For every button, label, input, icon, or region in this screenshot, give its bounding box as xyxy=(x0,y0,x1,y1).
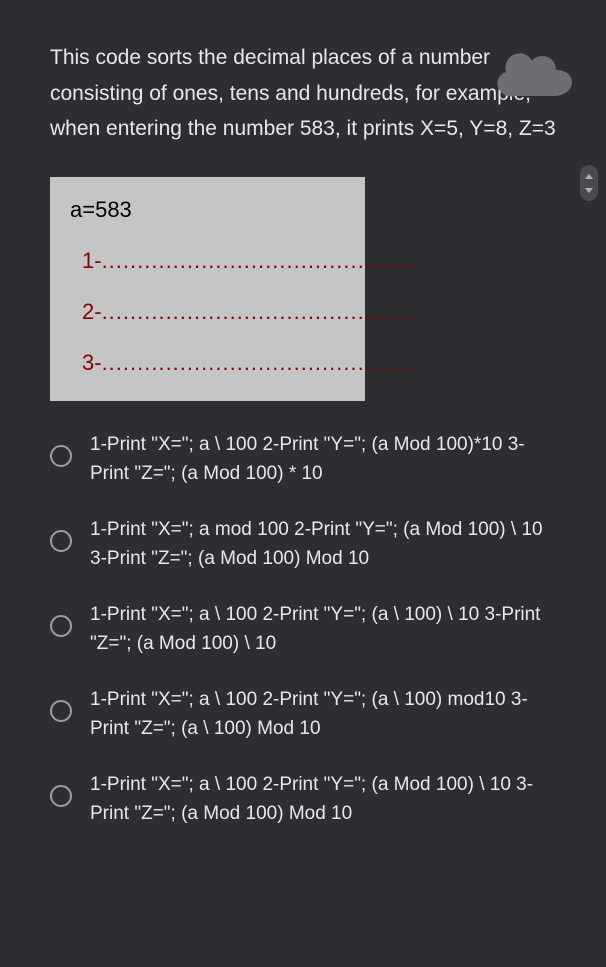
radio-button[interactable] xyxy=(50,615,72,637)
scroll-indicator[interactable] xyxy=(580,165,598,201)
option-text: 1-Print "X="; a \ 100 2-Print "Y="; (a \… xyxy=(90,686,556,743)
option-5[interactable]: 1-Print "X="; a \ 100 2-Print "Y="; (a M… xyxy=(50,771,556,828)
radio-button[interactable] xyxy=(50,445,72,467)
options-list: 1-Print "X="; a \ 100 2-Print "Y="; (a M… xyxy=(50,431,556,828)
code-line-3: 3-......................................… xyxy=(70,350,345,376)
code-line-2: 2-......................................… xyxy=(70,299,345,325)
option-text: 1-Print "X="; a mod 100 2-Print "Y="; (a… xyxy=(90,516,556,573)
radio-button[interactable] xyxy=(50,785,72,807)
code-line-1: 1-......................................… xyxy=(70,248,345,274)
option-4[interactable]: 1-Print "X="; a \ 100 2-Print "Y="; (a \… xyxy=(50,686,556,743)
code-variable: a=583 xyxy=(70,197,345,223)
radio-button[interactable] xyxy=(50,530,72,552)
option-3[interactable]: 1-Print "X="; a \ 100 2-Print "Y="; (a \… xyxy=(50,601,556,658)
radio-button[interactable] xyxy=(50,700,72,722)
cloud-icon xyxy=(496,50,576,100)
question-prompt: This code sorts the decimal places of a … xyxy=(50,40,556,147)
option-1[interactable]: 1-Print "X="; a \ 100 2-Print "Y="; (a M… xyxy=(50,431,556,488)
option-text: 1-Print "X="; a \ 100 2-Print "Y="; (a M… xyxy=(90,771,556,828)
code-box: a=583 1-................................… xyxy=(50,177,365,401)
option-text: 1-Print "X="; a \ 100 2-Print "Y="; (a \… xyxy=(90,601,556,658)
scroll-up-icon xyxy=(585,174,593,179)
option-2[interactable]: 1-Print "X="; a mod 100 2-Print "Y="; (a… xyxy=(50,516,556,573)
option-text: 1-Print "X="; a \ 100 2-Print "Y="; (a M… xyxy=(90,431,556,488)
scroll-down-icon xyxy=(585,188,593,193)
